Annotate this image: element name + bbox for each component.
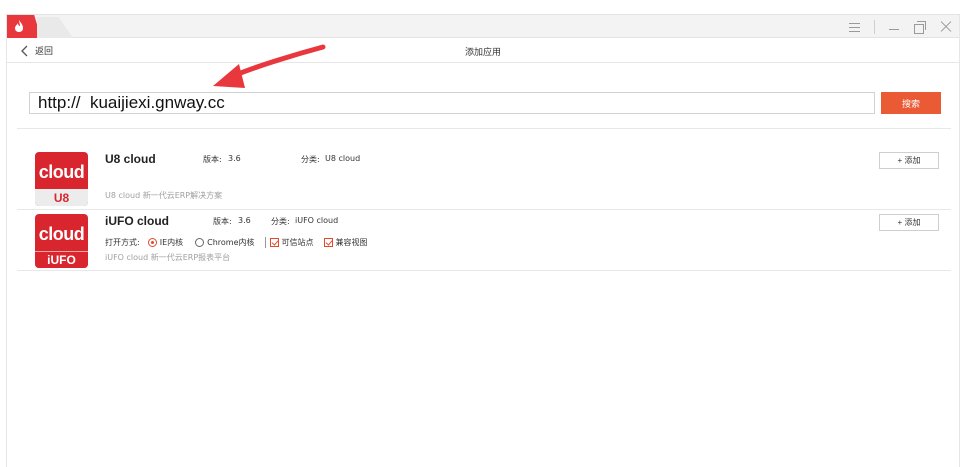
controls-divider: [874, 20, 875, 34]
radio-chrome-kernel[interactable]: Chrome内核: [195, 237, 255, 248]
category-label: 分类:: [301, 155, 320, 164]
tab-home[interactable]: [7, 15, 41, 38]
page-header: 返回 添加应用: [7, 39, 959, 63]
logo-word: cloud: [38, 224, 85, 244]
divider: [17, 128, 951, 129]
version-label: 版本:: [203, 155, 222, 164]
radio-chrome-label: Chrome内核: [207, 238, 255, 247]
open-mode-label: 打开方式:: [105, 238, 140, 247]
radio-ie-kernel[interactable]: IE内核: [147, 237, 184, 248]
checkbox-checked-icon: [323, 238, 333, 247]
logo-sub: U8: [53, 191, 70, 205]
checkbox-checked-icon: [269, 238, 279, 247]
search-input[interactable]: [29, 92, 875, 114]
app-description: U8 cloud 新一代云ERP解决方案: [105, 191, 223, 200]
app-description: iUFO cloud 新一代云ERP报表平台: [105, 253, 231, 262]
app-item-u8: cloud U8 U8 cloud 版本: 3.6 分类: U8 cloud U…: [35, 150, 939, 208]
iufo-cloud-logo: cloud iUFO: [35, 214, 88, 268]
radio-selected-icon: [147, 238, 157, 247]
title-bar: [7, 14, 959, 38]
u8-cloud-logo: cloud U8: [35, 152, 88, 206]
menu-icon[interactable]: [848, 20, 862, 34]
flame-logo-icon: [15, 20, 23, 32]
add-button-iufo[interactable]: + 添加: [879, 214, 939, 231]
logo-sub: iUFO: [47, 253, 76, 267]
window-controls: [848, 16, 953, 38]
close-icon[interactable]: [939, 20, 953, 34]
radio-ie-label: IE内核: [159, 238, 184, 247]
checkbox-trusted-label: 可信站点: [281, 238, 314, 247]
logo-word: cloud: [38, 162, 85, 182]
version-label: 版本:: [213, 217, 232, 226]
restore-icon[interactable]: [913, 20, 927, 34]
options-divider: [264, 237, 266, 248]
checkbox-compat-label: 兼容视图: [335, 238, 368, 247]
search-button[interactable]: 搜索: [881, 92, 941, 114]
app-name: iUFO cloud: [105, 214, 169, 228]
open-mode-options: 打开方式: IE内核 Chrome内核 可信站点 兼容视图: [105, 237, 368, 248]
tab-new[interactable]: [37, 17, 73, 38]
category-value: U8 cloud: [325, 154, 361, 163]
app-item-iufo: cloud iUFO iUFO cloud 版本: 3.6 分类: iUFO c…: [35, 212, 939, 270]
divider: [17, 270, 951, 271]
category-label: 分类:: [271, 217, 290, 226]
add-button-u8[interactable]: + 添加: [879, 152, 939, 169]
radio-unselected-icon: [195, 238, 205, 247]
app-name: U8 cloud: [105, 152, 156, 166]
category-value: iUFO cloud: [295, 216, 339, 225]
red-arrow-annotation: [213, 44, 326, 88]
checkbox-trusted-site[interactable]: 可信站点: [269, 237, 314, 248]
app-window: 返回 添加应用 搜索 cloud U8 U8 cloud 版本: 3.6 分类:…: [6, 14, 960, 467]
version-value: 3.6: [238, 216, 251, 225]
divider: [17, 209, 951, 210]
checkbox-compat-view[interactable]: 兼容视图: [323, 237, 368, 248]
page-title: 添加应用: [464, 48, 501, 58]
minimize-icon[interactable]: [887, 20, 901, 34]
version-value: 3.6: [228, 154, 241, 163]
